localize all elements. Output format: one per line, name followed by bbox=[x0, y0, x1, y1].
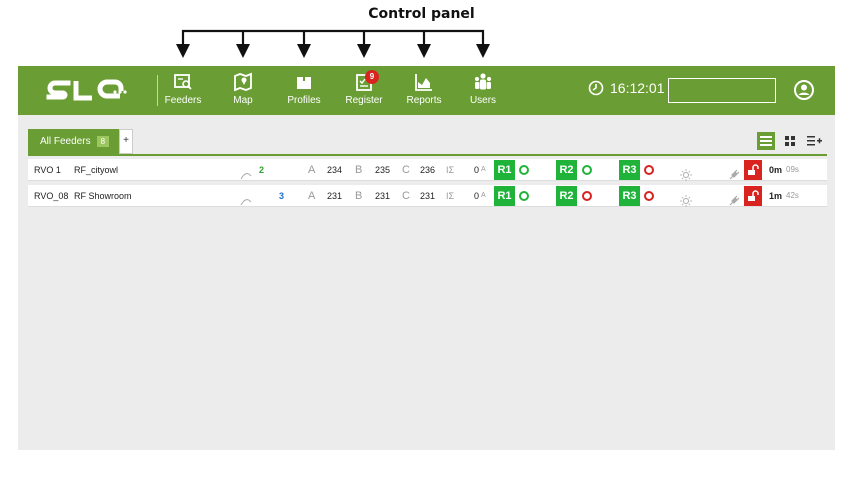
elapsed-seconds: 09s bbox=[786, 165, 799, 174]
current-sum-label: IΣ bbox=[446, 165, 455, 175]
user-account-icon bbox=[794, 80, 814, 100]
header-search-input[interactable] bbox=[668, 78, 776, 103]
relay-r3-button[interactable]: R3 bbox=[619, 186, 640, 206]
relay-r1-state-icon bbox=[519, 165, 529, 175]
phase-c-voltage: 231 bbox=[420, 191, 436, 201]
relay-r1-button[interactable]: R1 bbox=[494, 160, 515, 180]
plug-icon bbox=[729, 195, 740, 206]
nav-reports-label: Reports bbox=[406, 95, 442, 106]
plug-icon bbox=[729, 169, 740, 180]
nav-users-label: Users bbox=[469, 95, 497, 106]
current-unit: A bbox=[481, 192, 486, 199]
nav-map-label: Map bbox=[233, 95, 253, 106]
lock-toggle-button[interactable] bbox=[744, 160, 762, 180]
tab-all-feeders[interactable]: All Feeders 8 bbox=[28, 129, 120, 154]
feeder-id: RVO_08 bbox=[34, 191, 69, 201]
sle-logo[interactable] bbox=[46, 78, 132, 107]
feeder-id: RVO 1 bbox=[34, 165, 61, 175]
relay-r1-state-icon bbox=[519, 191, 529, 201]
phase-b-label: B bbox=[355, 164, 363, 176]
nav-register-label: Register bbox=[345, 95, 383, 106]
nav-map[interactable]: Map bbox=[213, 72, 273, 112]
users-group-icon bbox=[474, 73, 492, 90]
feeder-tabs: All Feeders 8 + bbox=[28, 129, 134, 154]
nav-feeders[interactable]: Feeders bbox=[153, 72, 213, 112]
nav-users[interactable]: Users bbox=[453, 72, 513, 112]
grid-view-icon bbox=[784, 135, 795, 146]
unlocked-lock-icon bbox=[748, 190, 759, 201]
tab-underline bbox=[28, 154, 827, 156]
daylight-sun-icon bbox=[680, 169, 692, 181]
nav-profiles-label: Profiles bbox=[287, 95, 321, 106]
phase-c-label: C bbox=[402, 164, 410, 176]
relay-r2-state-icon bbox=[582, 191, 592, 201]
clock-icon bbox=[588, 80, 604, 96]
list-add-icon bbox=[806, 136, 822, 146]
phase-c-voltage: 236 bbox=[420, 165, 436, 175]
elapsed-seconds: 42s bbox=[786, 191, 799, 200]
signal-icon bbox=[240, 199, 252, 206]
phase-a-voltage: 231 bbox=[327, 191, 343, 201]
daylight-sun-icon bbox=[680, 195, 692, 207]
nav-register[interactable]: 9 Register bbox=[334, 70, 394, 112]
map-icon bbox=[234, 72, 252, 92]
relay-r2-button[interactable]: R2 bbox=[556, 160, 577, 180]
relay-r2-button[interactable]: R2 bbox=[556, 186, 577, 206]
add-tab-button[interactable]: + bbox=[119, 129, 134, 154]
lock-toggle-button[interactable] bbox=[744, 186, 762, 206]
feeders-search-icon bbox=[174, 74, 192, 90]
clock-time: 16:12:01 bbox=[610, 80, 665, 96]
tab-all-feeders-label: All Feeders bbox=[40, 136, 91, 147]
clock: 16:12:01 bbox=[588, 80, 665, 96]
current-unit: A bbox=[481, 166, 486, 173]
signal-icon bbox=[240, 173, 252, 180]
grid-view-button[interactable] bbox=[781, 132, 799, 150]
signal-value: 3 bbox=[279, 191, 285, 201]
relay-r3-state-icon bbox=[644, 165, 654, 175]
tab-count-badge: 8 bbox=[96, 136, 110, 147]
current-sum-value: 0 bbox=[474, 165, 480, 175]
feeders-panel: All Feeders 8 + RVO 1 RF_cityowl 2 A 234… bbox=[18, 115, 835, 450]
screen: Control panel Feeders Map Profiles 9 Reg… bbox=[0, 0, 843, 478]
current-sum-value: 0 bbox=[474, 191, 480, 201]
elapsed-minutes: 1m bbox=[769, 191, 783, 201]
nav-feeders-label: Feeders bbox=[164, 95, 202, 106]
phase-b-voltage: 231 bbox=[375, 191, 391, 201]
register-badge: 9 bbox=[365, 70, 379, 84]
feeder-row[interactable]: RVO 1 RF_cityowl 2 A 234 B 235 C 236 IΣ … bbox=[28, 159, 827, 181]
list-view-icon bbox=[760, 136, 772, 146]
phase-a-label: A bbox=[308, 164, 316, 176]
nav-profiles[interactable]: Profiles bbox=[274, 72, 334, 112]
phase-a-voltage: 234 bbox=[327, 165, 343, 175]
phase-b-label: B bbox=[355, 190, 363, 202]
reports-chart-icon bbox=[415, 74, 432, 91]
top-navigation-bar: Feeders Map Profiles 9 Register Reports … bbox=[18, 66, 835, 115]
view-switcher bbox=[757, 132, 823, 150]
phase-c-label: C bbox=[402, 190, 410, 202]
list-view-button[interactable] bbox=[757, 132, 775, 150]
relay-r2-state-icon bbox=[582, 165, 592, 175]
relay-r1-button[interactable]: R1 bbox=[494, 186, 515, 206]
elapsed-minutes: 0m bbox=[769, 165, 783, 175]
current-sum-label: IΣ bbox=[446, 191, 455, 201]
user-account-button[interactable] bbox=[793, 79, 815, 106]
relay-r3-state-icon bbox=[644, 191, 654, 201]
feeder-row[interactable]: RVO_08 RF Showroom 3 A 231 B 231 C 231 I… bbox=[28, 185, 827, 207]
profiles-icon bbox=[297, 77, 311, 89]
phase-b-voltage: 235 bbox=[375, 165, 391, 175]
signal-value: 2 bbox=[259, 165, 265, 175]
feeder-name: RF_cityowl bbox=[74, 165, 119, 175]
list-add-button[interactable] bbox=[805, 132, 823, 150]
unlocked-lock-icon bbox=[748, 164, 759, 175]
nav-reports[interactable]: Reports bbox=[394, 72, 454, 112]
relay-r3-button[interactable]: R3 bbox=[619, 160, 640, 180]
phase-a-label: A bbox=[308, 190, 316, 202]
feeder-name: RF Showroom bbox=[74, 191, 132, 201]
